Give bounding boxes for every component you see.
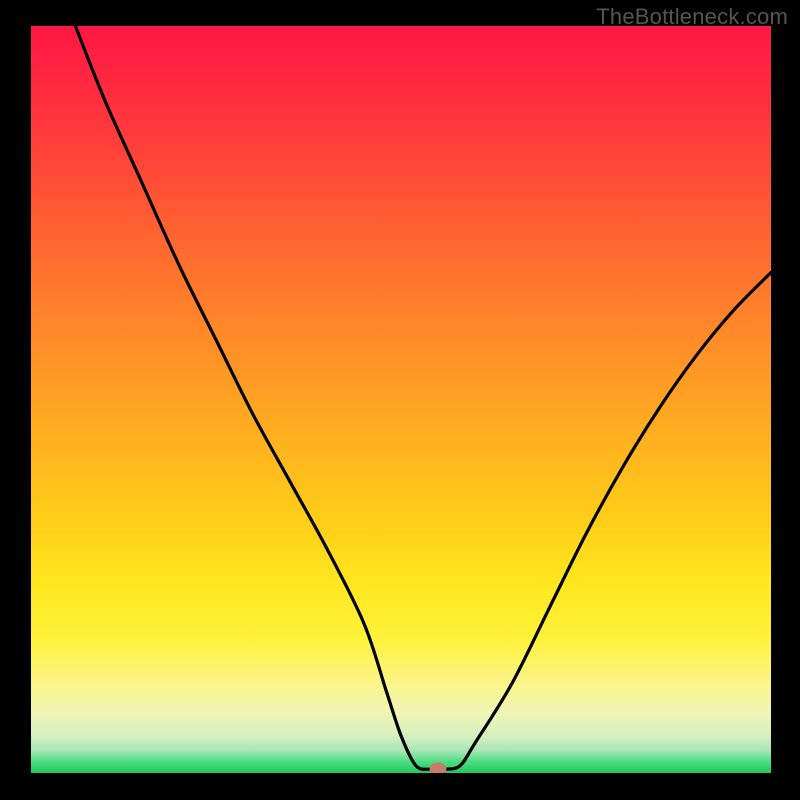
curve-svg <box>31 26 771 773</box>
watermark-text: TheBottleneck.com <box>596 4 788 30</box>
bottleneck-curve-path <box>75 26 771 770</box>
optimal-point-marker <box>430 763 447 773</box>
plot-area <box>31 26 771 773</box>
